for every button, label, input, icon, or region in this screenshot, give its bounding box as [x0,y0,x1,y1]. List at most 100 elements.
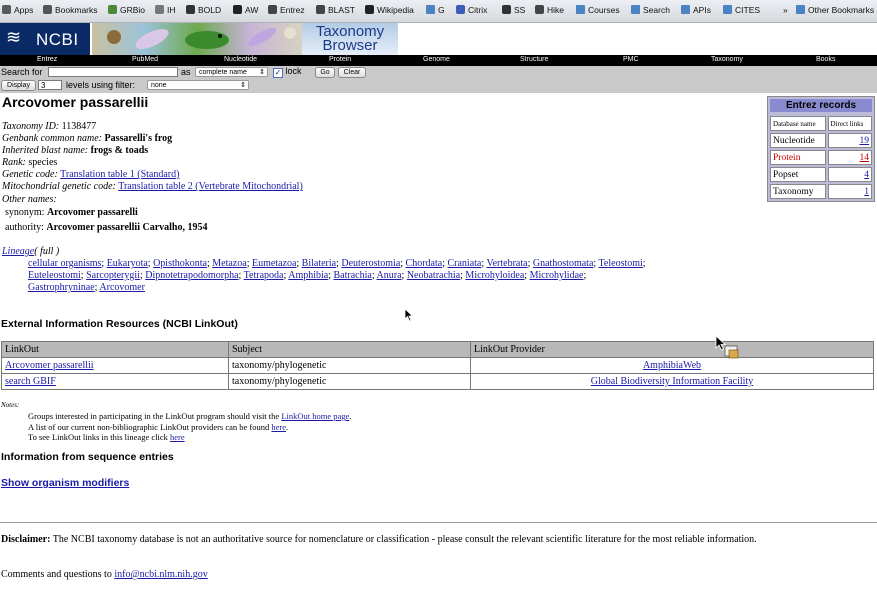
bookmark-courses[interactable]: Courses [576,5,620,15]
lineage-taxon-link[interactable]: Vertebrata [486,258,527,269]
nav-taxonomy[interactable]: Taxonomy [711,56,743,63]
bookmark-cites[interactable]: CITES [723,5,760,15]
nav-pmc[interactable]: PMC [623,56,639,63]
lineage-taxon-link[interactable]: Dipnotetrapodomorpha [145,270,238,281]
ncbi-logo[interactable]: ≋ NCBI [0,23,90,55]
dna-helix-icon: ≋ [6,27,22,48]
bookmark-g[interactable]: G [426,5,445,15]
show-organism-modifiers-link[interactable]: Show organism modifiers [1,477,129,489]
lineage-taxon-link[interactable]: Gnathostomata [533,258,594,269]
display-button[interactable]: Display [1,80,36,91]
lineage-taxon-link[interactable]: Sarcopterygii [86,270,140,281]
bookmark-label: Search [643,5,670,15]
lineage-taxon-link[interactable]: Euteleostomi [28,270,81,281]
nav-books[interactable]: Books [816,56,835,63]
bookmark-grbio[interactable]: GRBio [108,5,145,15]
more-bookmarks-chevron-icon[interactable]: » [783,5,788,15]
record-count-link[interactable]: 14 [860,153,870,163]
lineage-taxon-link[interactable]: Craniata [447,258,481,269]
bookmark-ih[interactable]: IH [155,5,176,15]
linkout-home-link[interactable]: LinkOut home page [281,411,349,421]
lineage-heading: Lineage( full ) [2,246,59,257]
bookmark-other-bookmarks[interactable]: Other Bookmarks [796,5,874,15]
filter-select[interactable]: none ⇕ [147,80,249,90]
select-arrow-icon: ⇕ [240,82,246,89]
synonym: synonym: Arcovomer passarelli [5,207,138,218]
bookmark-hike[interactable]: Hike [535,5,564,15]
levels-input[interactable]: 3 [38,80,62,90]
lineage-taxon-link[interactable]: Chordata [406,258,443,269]
record-count-link[interactable]: 1 [864,187,869,197]
bookmarks-bar: Apps Bookmarks GRBio IH BOLD AW Entrez BLAST Wik… [0,0,877,23]
lineage-taxon-link[interactable]: Neobatrachia [407,270,460,281]
lineage-link[interactable]: Lineage [2,246,34,257]
lineage-taxon-link[interactable]: Eukaryota [107,258,148,269]
nav-nucleotide[interactable]: Nucleotide [224,56,257,63]
bookmark-wikipedia[interactable]: Wikipedia [365,5,414,15]
drag-copy-cursor-icon [715,335,739,359]
clear-button[interactable]: Clear [338,67,366,78]
search-mode-select[interactable]: complete name ⇕ [195,67,268,77]
lineage-taxon-link[interactable]: Teleostomi [599,258,643,269]
authority: authority: Arcovomer passarellii Carvalh… [5,222,208,233]
providers-here-link[interactable]: here [271,422,286,432]
linkout-link[interactable]: Arcovomer passarellii [5,360,94,371]
lineage-linkout-here-link[interactable]: here [170,432,185,442]
lineage-taxon-link[interactable]: Gastrophryninae [28,282,95,293]
direct-links-cell: 4 [827,167,872,182]
lineage-taxon-link[interactable]: Batrachia [334,270,372,281]
folder-icon [723,5,732,14]
nav-protein[interactable]: Protein [329,56,351,63]
provider-link[interactable]: AmphibiaWeb [643,360,701,371]
mouse-pointer-icon [404,308,414,322]
bookmark-bookmarks[interactable]: Bookmarks [43,5,98,15]
lineage-taxon-link[interactable]: Deuterostomia [341,258,400,269]
bookmark-ss[interactable]: SS [502,5,525,15]
bookmark-label: APIs [693,5,711,15]
bookmark-blast[interactable]: BLAST [316,5,355,15]
provider-cell: AmphibiaWeb [470,357,874,374]
lineage-taxon-link[interactable]: Microhyloidea [465,270,524,281]
star-icon [43,5,52,14]
lineage-taxon-link[interactable]: Anura [377,270,402,281]
linkout-link[interactable]: search GBIF [5,376,56,387]
nav-structure[interactable]: Structure [520,56,548,63]
bookmark-aw[interactable]: AW [233,5,258,15]
nav-entrez[interactable]: Entrez [37,56,57,63]
lineage-taxon-link[interactable]: Opisthokonta [153,258,207,269]
provider-cell: Global Biodiversity Information Facility [470,373,874,390]
bookmark-apis[interactable]: APIs [681,5,711,15]
nav-pubmed[interactable]: PubMed [132,56,158,63]
record-count-link[interactable]: 4 [864,170,869,180]
col-database-name: Database name [770,116,826,131]
bookmark-bold[interactable]: BOLD [186,5,221,15]
go-button[interactable]: Go [315,67,335,78]
lineage-taxon-link[interactable]: cellular organisms [28,258,101,269]
direct-links-cell: 19 [827,133,872,148]
bookmark-entrez[interactable]: Entrez [268,5,305,15]
genetic-code-link[interactable]: Translation table 1 (Standard) [60,169,179,180]
lock-checkbox[interactable]: ✓ lock [273,66,302,78]
provider-link[interactable]: Global Biodiversity Information Facility [591,376,753,387]
lineage-taxon-link[interactable]: Arcovomer [99,282,145,293]
lineage-taxon-link[interactable]: Amphibia [288,270,328,281]
bookmark-apps[interactable]: Apps [2,5,33,15]
levels-label: levels using filter: [66,80,136,90]
bookmark-citrix[interactable]: Citrix [456,5,487,15]
bookmark-label: CITES [735,5,761,15]
lineage-taxon-link[interactable]: Eumetazoa [252,258,296,269]
table-row: Popset 4 [770,167,872,182]
lineage-taxon-link[interactable]: Bilateria [302,258,336,269]
mito-code-link[interactable]: Translation table 2 (Vertebrate Mitochon… [118,181,303,192]
folder-icon [796,5,805,14]
lineage-line-2: Euteleostomi; Sarcopterygii; Dipnotetrap… [28,270,587,281]
search-input[interactable] [48,67,178,77]
lineage-taxon-link[interactable]: Tetrapoda [244,270,284,281]
lineage-taxon-link[interactable]: Metazoa [212,258,246,269]
lineage-taxon-link[interactable]: Microhylidae [530,270,584,281]
nav-genome[interactable]: Genome [423,56,450,63]
bookmark-search[interactable]: Search [631,5,670,15]
record-count-link[interactable]: 19 [860,136,870,146]
email-link[interactable]: info@ncbi.nlm.nih.gov [114,569,207,580]
lineage-full-link[interactable]: ( full ) [34,246,59,257]
